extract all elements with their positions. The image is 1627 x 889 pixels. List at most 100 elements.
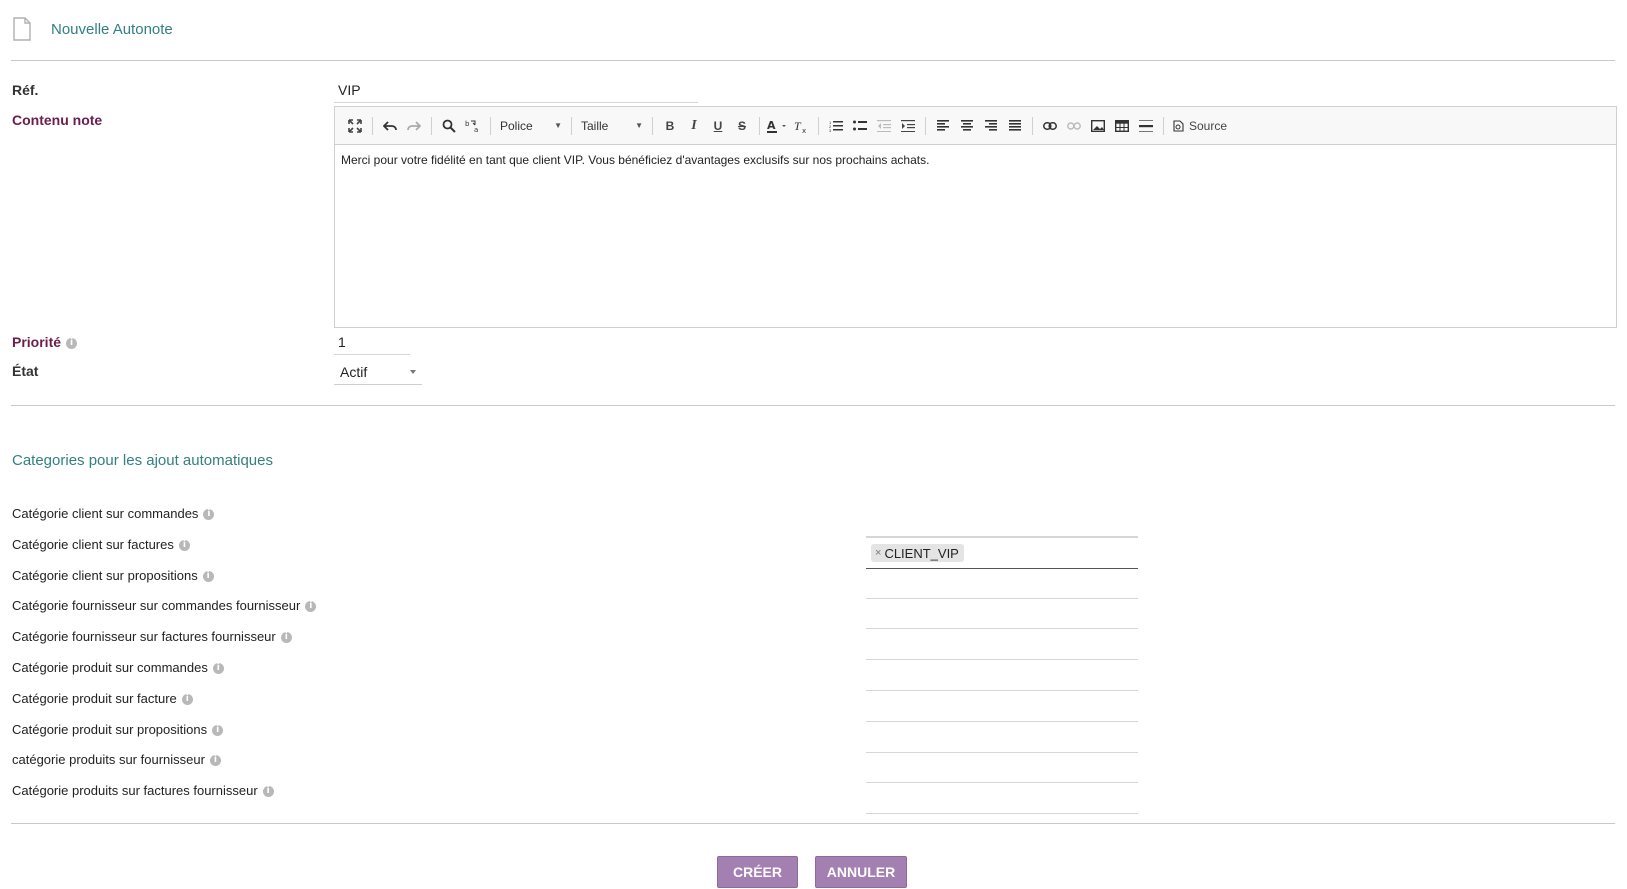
create-button[interactable]: CRÉER — [717, 856, 798, 888]
size-select[interactable]: Taille ▼ — [577, 115, 647, 137]
category-label-text: Catégorie produits sur factures fourniss… — [12, 783, 258, 798]
unlink-icon[interactable] — [1063, 115, 1085, 137]
category-label: Catégorie client sur propositions i — [12, 568, 214, 583]
divider — [11, 823, 1615, 824]
category-label: Catégorie fournisseur sur factures fourn… — [12, 629, 292, 644]
link-icon[interactable] — [1039, 115, 1061, 137]
content-label: Contenu note — [12, 112, 103, 128]
state-label: État — [12, 363, 39, 379]
ref-label: Réf. — [12, 82, 39, 98]
redo-icon[interactable] — [403, 115, 425, 137]
category-label-text: Catégorie produit sur commandes — [12, 660, 208, 675]
category-multiselect[interactable] — [866, 506, 1138, 537]
category-label: Catégorie produit sur facture i — [12, 691, 193, 706]
info-icon[interactable]: i — [202, 571, 214, 583]
category-label-text: Catégorie client sur factures — [12, 537, 174, 552]
toolbar-separator — [490, 116, 491, 135]
remove-format-icon[interactable]: Tx — [790, 115, 812, 137]
align-right-icon[interactable] — [980, 115, 1002, 137]
state-select-value: Actif — [340, 363, 368, 380]
category-multiselect[interactable] — [866, 783, 1138, 814]
ref-input-underline — [334, 102, 698, 103]
ref-input[interactable]: VIP — [338, 82, 361, 98]
category-label-text: Catégorie produit sur facture — [12, 691, 177, 706]
font-select[interactable]: Police ▼ — [496, 115, 566, 137]
font-select-label: Police — [500, 118, 533, 133]
category-multiselect[interactable] — [866, 691, 1138, 722]
numbered-list-icon[interactable]: 123 — [825, 115, 847, 137]
info-icon[interactable]: i — [305, 601, 317, 613]
category-label: Catégorie fournisseur sur commandes four… — [12, 598, 317, 613]
toolbar-separator — [925, 116, 926, 135]
category-multiselect[interactable] — [866, 722, 1138, 753]
category-label-text: Catégorie fournisseur sur commandes four… — [12, 598, 301, 613]
chevron-down-icon: ▼ — [635, 121, 643, 130]
info-icon[interactable]: i — [203, 509, 215, 521]
image-icon[interactable] — [1087, 115, 1109, 137]
category-label: Catégorie client sur factures i — [12, 537, 190, 552]
italic-button[interactable]: I — [683, 115, 705, 137]
svg-text:x: x — [802, 127, 806, 133]
priority-input[interactable]: 1 — [338, 334, 346, 350]
category-multiselect[interactable] — [866, 752, 1138, 783]
editor-content[interactable]: Merci pour votre fidélité en tant que cl… — [335, 145, 1616, 175]
toolbar-separator — [818, 116, 819, 135]
chevron-down-icon: ▼ — [554, 121, 562, 130]
page-title: Nouvelle Autonote — [51, 20, 173, 38]
state-select[interactable]: Actif — [334, 359, 422, 385]
align-center-icon[interactable] — [956, 115, 978, 137]
cancel-button[interactable]: ANNULER — [815, 856, 907, 888]
info-icon[interactable]: i — [66, 337, 78, 349]
category-label: catégorie produits sur fournisseur i — [12, 752, 221, 767]
category-label: Catégorie produits sur factures fourniss… — [12, 783, 274, 798]
editor-toolbar: ba Police ▼ Taille ▼ B I U S A Tx 123 So… — [335, 107, 1616, 145]
category-tag: × CLIENT_VIP — [871, 544, 964, 562]
replace-icon[interactable]: ba — [462, 115, 484, 137]
info-icon[interactable]: i — [181, 694, 193, 706]
table-icon[interactable] — [1111, 115, 1133, 137]
svg-text:A: A — [767, 119, 776, 132]
source-button[interactable]: Source — [1170, 115, 1230, 137]
indent-icon[interactable] — [897, 115, 919, 137]
category-multiselect[interactable] — [866, 629, 1138, 660]
outdent-icon[interactable] — [873, 115, 895, 137]
category-label-text: Catégorie client sur commandes — [12, 506, 199, 521]
bold-button[interactable]: B — [659, 115, 681, 137]
info-icon[interactable]: i — [262, 786, 274, 798]
info-icon[interactable]: i — [212, 725, 224, 737]
info-icon[interactable]: i — [280, 632, 292, 644]
info-icon[interactable]: i — [178, 540, 190, 552]
toolbar-separator — [431, 116, 432, 135]
strikethrough-button[interactable]: S — [731, 115, 753, 137]
category-label-text: Catégorie produit sur propositions — [12, 722, 208, 737]
align-justify-icon[interactable] — [1004, 115, 1026, 137]
priority-input-underline — [334, 354, 410, 355]
toolbar-separator — [1032, 116, 1033, 135]
horizontal-rule-icon[interactable] — [1135, 115, 1157, 137]
toolbar-separator — [1163, 116, 1164, 135]
source-icon — [1173, 119, 1184, 132]
maximize-icon[interactable] — [344, 115, 366, 137]
close-icon[interactable]: × — [875, 547, 881, 559]
category-multiselect[interactable] — [866, 660, 1138, 691]
align-left-icon[interactable] — [932, 115, 954, 137]
divider — [11, 405, 1615, 406]
category-label: Catégorie client sur commandes i — [12, 506, 215, 521]
undo-icon[interactable] — [379, 115, 401, 137]
page-header: Nouvelle Autonote — [12, 14, 173, 44]
category-multiselect[interactable] — [866, 568, 1138, 599]
size-select-label: Taille — [581, 118, 609, 133]
text-color-icon[interactable]: A — [766, 115, 788, 137]
svg-text:b: b — [465, 120, 470, 128]
category-multiselect[interactable]: × CLIENT_VIP — [866, 537, 1138, 569]
priority-label: Priorité i — [12, 334, 78, 350]
underline-button[interactable]: U — [707, 115, 729, 137]
document-icon — [13, 17, 31, 41]
category-multiselect[interactable] — [866, 598, 1138, 629]
info-icon[interactable]: i — [209, 755, 221, 767]
info-icon[interactable]: i — [212, 663, 224, 675]
category-label: Catégorie produit sur propositions i — [12, 722, 224, 737]
bullet-list-icon[interactable] — [849, 115, 871, 137]
toolbar-separator — [571, 116, 572, 135]
find-icon[interactable] — [438, 115, 460, 137]
